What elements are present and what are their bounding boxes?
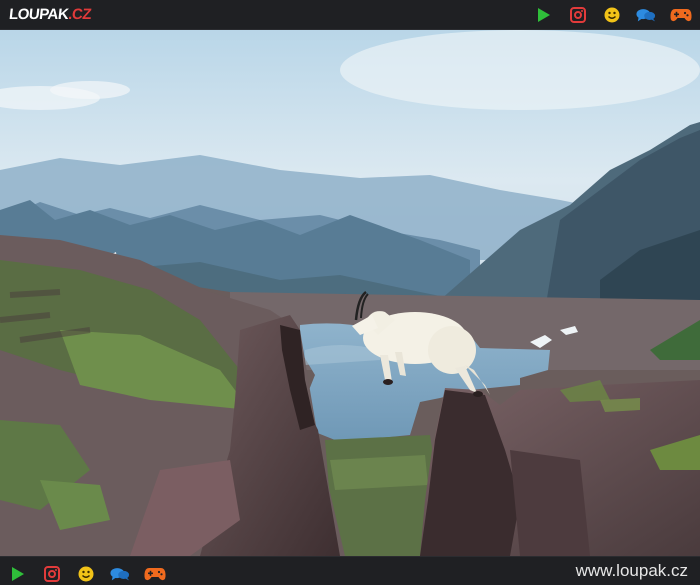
logo-main-text: LOUPAK (8, 6, 70, 23)
play-icon[interactable] (534, 5, 554, 25)
smiley-icon[interactable] (76, 564, 96, 584)
bottom-bar: www.loupak.cz (0, 556, 700, 585)
instagram-icon[interactable] (568, 5, 588, 25)
site-logo[interactable]: LOUPAK.CZ (8, 5, 92, 25)
smiley-icon[interactable] (602, 5, 622, 25)
mountain-goat-photo (0, 30, 700, 556)
chat-icon[interactable] (110, 564, 130, 584)
logo-tld-text: CZ (71, 6, 92, 23)
gamepad-icon[interactable] (670, 5, 692, 25)
play-icon[interactable] (8, 564, 28, 584)
main-photo (0, 30, 700, 556)
chat-icon[interactable] (636, 5, 656, 25)
gamepad-icon[interactable] (144, 564, 166, 584)
top-nav-icons (534, 4, 692, 26)
site-url-link[interactable]: www.loupak.cz (576, 561, 688, 581)
instagram-icon[interactable] (42, 564, 62, 584)
top-bar: LOUPAK.CZ (0, 0, 700, 30)
bottom-nav-icons (8, 564, 166, 584)
